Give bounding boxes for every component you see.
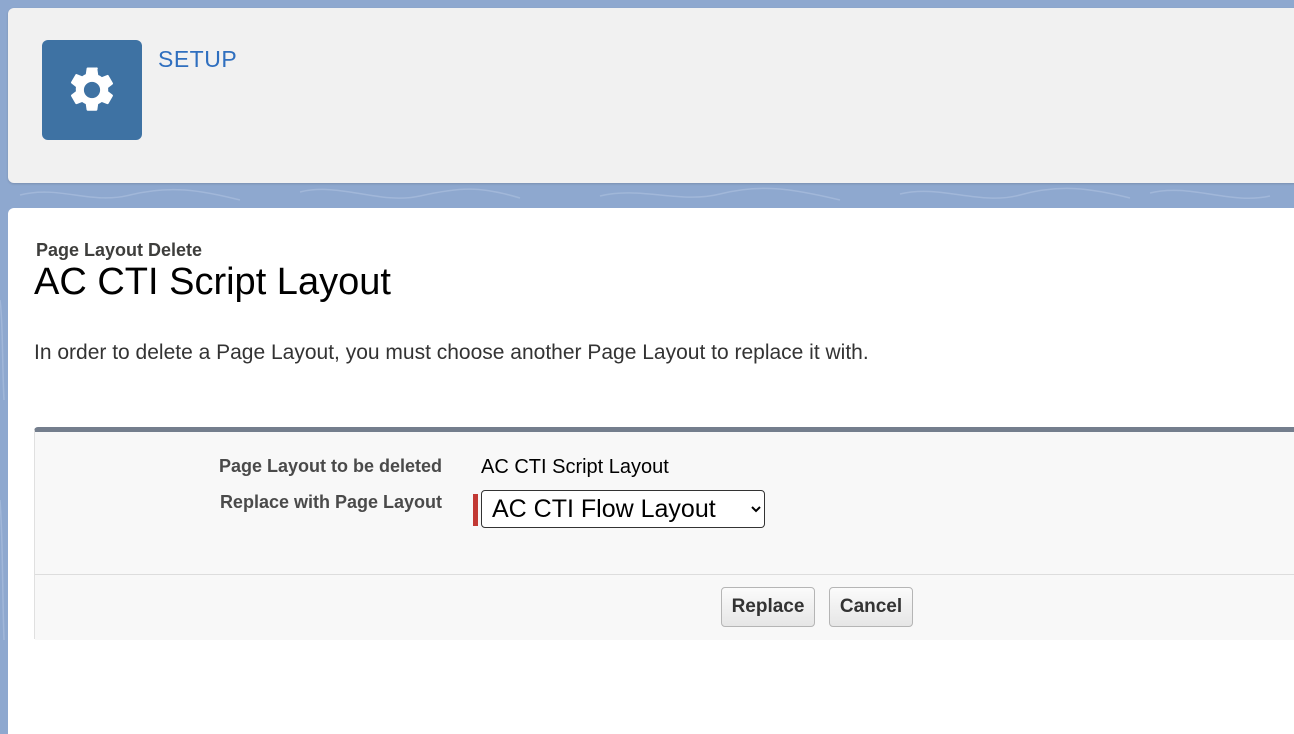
page-type-label: Page Layout Delete [36,240,203,260]
header-title: SETUP [158,46,238,72]
form-body: Page Layout to be deleted AC CTI Script … [35,432,1294,574]
replace-button[interactable]: Replace [721,587,815,627]
setup-icon-tile [42,40,142,140]
header-card: SETUP [8,8,1294,183]
deleted-layout-value: AC CTI Script Layout [481,456,669,478]
cancel-button[interactable]: Cancel [829,587,913,627]
content-card: Page Layout Delete AC CTI Script Layout … [8,208,1294,734]
replace-layout-select[interactable]: AC CTI Flow Layout [481,490,765,528]
button-bar: Replace Cancel [35,574,1294,640]
deleted-layout-label: Page Layout to be deleted [218,456,442,476]
replace-layout-label: Replace with Page Layout [219,492,442,512]
instructions-text: In order to delete a Page Layout, you mu… [34,341,869,364]
gear-icon [70,67,114,111]
replace-layout-form: Page Layout to be deleted AC CTI Script … [34,427,1294,640]
page-title: AC CTI Script Layout [34,261,391,303]
required-indicator [473,494,478,526]
